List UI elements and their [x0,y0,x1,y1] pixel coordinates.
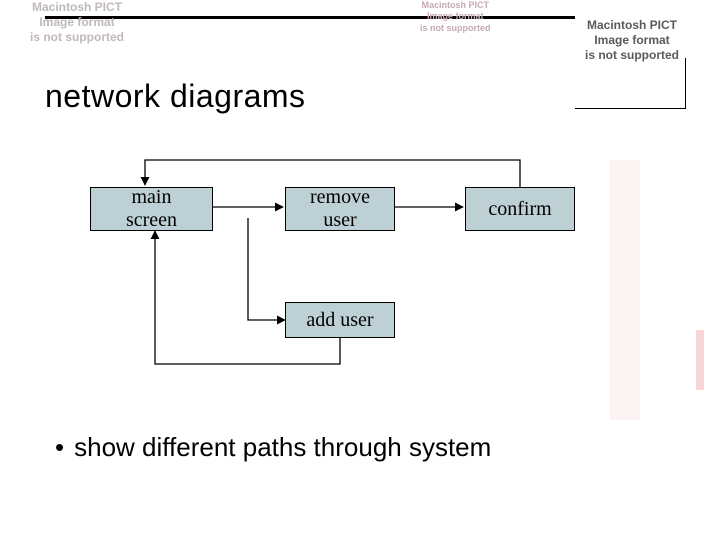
artifact-smudge [610,160,640,420]
bullet-item: •show different paths through system [55,432,491,463]
partial-frame [575,58,686,109]
pict-error-label: Macintosh PICT Image format is not suppo… [420,0,491,34]
bullet-text: show different paths through system [74,432,491,462]
bullet-icon: • [55,432,74,462]
node-remove-user: remove user [285,187,395,231]
node-main-screen: main screen [90,187,213,231]
pict-error-label: Macintosh PICT Image format is not suppo… [585,18,679,63]
node-add-user: add user [285,302,395,338]
page-title: network diagrams [45,78,306,115]
artifact-smudge [696,330,704,390]
node-confirm: confirm [465,187,575,231]
divider [45,16,575,19]
pict-error-label: Macintosh PICT Image format is not suppo… [30,0,124,45]
